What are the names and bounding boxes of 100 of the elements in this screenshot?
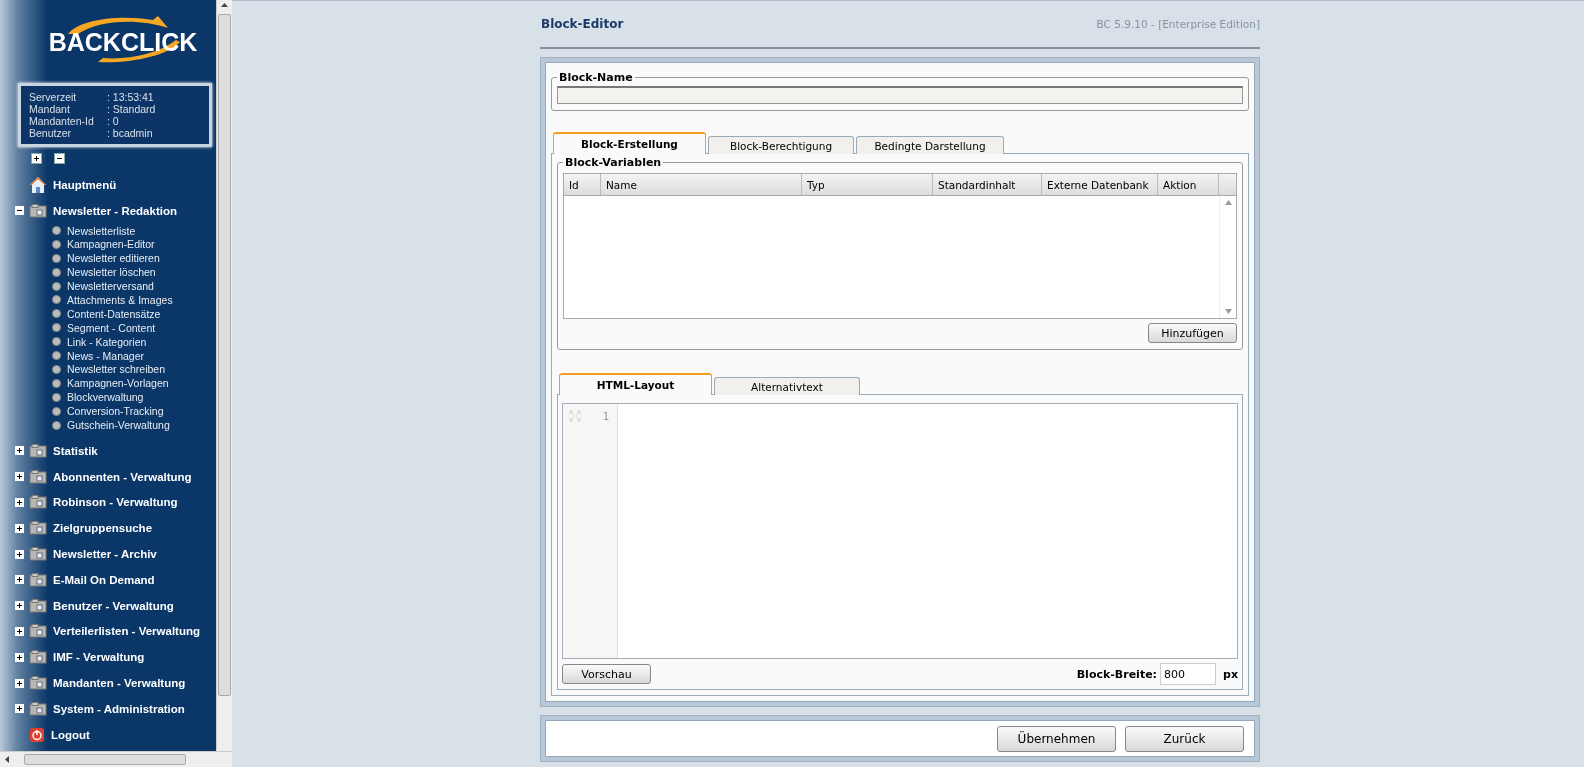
- submenu-item[interactable]: Blockverwaltung: [67, 391, 144, 404]
- block-name-field[interactable]: [557, 86, 1243, 104]
- menu-item[interactable]: Newsletter - Redaktion: [53, 204, 177, 217]
- section-legend: Block-Variablen: [563, 156, 664, 169]
- folder-icon: [29, 469, 47, 484]
- submenu-item[interactable]: Kampagnen-Vorlagen: [67, 377, 169, 390]
- unit-label: px: [1223, 667, 1238, 681]
- scroll-down-icon[interactable]: [1224, 309, 1232, 314]
- info-label: Benutzer: [29, 127, 73, 139]
- menu-item[interactable]: Benutzer - Verwaltung: [53, 599, 174, 612]
- submenu-item[interactable]: Gutschein-Verwaltung: [67, 419, 170, 431]
- folder-icon: [29, 701, 47, 716]
- column-header[interactable]: Aktion: [1158, 174, 1219, 195]
- tab[interactable]: Alternativtext: [714, 377, 860, 395]
- submenu-item[interactable]: Newsletterliste: [67, 224, 136, 237]
- horizontal-scrollbar[interactable]: [0, 751, 232, 767]
- submenu-item[interactable]: Conversion-Tracking: [67, 405, 164, 418]
- info-value: : 0: [107, 115, 120, 127]
- scroll-up-icon[interactable]: [220, 0, 229, 10]
- block-width-field[interactable]: 800: [1160, 663, 1216, 685]
- expand-icon[interactable]: [15, 704, 24, 714]
- column-header[interactable]: Typ: [802, 174, 933, 195]
- info-value: : Standard: [107, 103, 157, 115]
- menu-item[interactable]: Hauptmenü: [53, 178, 117, 191]
- folder-icon: [29, 676, 47, 690]
- expand-icon[interactable]: [15, 523, 24, 533]
- expand-icon[interactable]: [15, 549, 24, 559]
- scroll-left-icon[interactable]: [4, 755, 10, 764]
- menu-item[interactable]: Newsletter - Archiv: [53, 548, 157, 561]
- expand-icon[interactable]: [15, 652, 24, 662]
- bullet-icon: [52, 267, 61, 277]
- expand-icon[interactable]: [15, 472, 24, 482]
- folder-icon: [29, 650, 47, 665]
- menu-item[interactable]: Robinson - Verwaltung: [53, 496, 178, 509]
- info-value: : bcadmin: [107, 127, 154, 139]
- power-icon: [29, 726, 45, 743]
- bullet-icon: [52, 337, 61, 347]
- info-value: : 13:53:41: [107, 91, 155, 103]
- column-header[interactable]: Standardinhalt: [933, 174, 1042, 195]
- submenu-item[interactable]: Attachments & Images: [67, 294, 173, 306]
- preview-button[interactable]: Vorschau: [562, 664, 651, 684]
- bullet-icon: [52, 378, 61, 388]
- folder-icon: [29, 203, 47, 218]
- section-legend: Block-Name: [557, 71, 635, 84]
- menu-item[interactable]: Logout: [51, 728, 90, 741]
- expand-icon[interactable]: [15, 678, 24, 688]
- vertical-scrollbar[interactable]: [216, 0, 232, 751]
- expand-all-icon[interactable]: [31, 153, 42, 164]
- submenu-item[interactable]: Link - Kategorien: [67, 335, 147, 348]
- tab[interactable]: Block-Berechtigung: [708, 136, 854, 154]
- submenu-item[interactable]: Newsletter löschen: [67, 266, 156, 279]
- add-button[interactable]: Hinzufügen: [1148, 323, 1237, 343]
- submenu-item[interactable]: Newsletter schreiben: [67, 363, 166, 376]
- submenu-item[interactable]: Newsletter editieren: [67, 252, 160, 265]
- action-button[interactable]: Übernehmen: [997, 725, 1116, 752]
- menu-item[interactable]: Zielgruppensuche: [53, 522, 153, 535]
- page-title: Block-Editor: [541, 17, 624, 31]
- info-label: Mandant: [29, 103, 71, 115]
- folder-icon: [29, 547, 47, 562]
- submenu-item[interactable]: Content-Datensätze: [67, 307, 161, 320]
- collapse-icon[interactable]: [15, 206, 24, 216]
- column-header[interactable]: Id: [564, 174, 601, 195]
- column-header[interactable]: Name: [601, 174, 802, 195]
- folder-icon: [29, 521, 47, 536]
- expand-icon[interactable]: [15, 497, 24, 507]
- folder-icon: [29, 495, 47, 510]
- bullet-icon: [52, 406, 61, 416]
- collapse-all-icon[interactable]: [54, 153, 65, 164]
- bullet-icon: [52, 295, 61, 305]
- expand-icon[interactable]: [15, 446, 24, 456]
- bullet-icon: [52, 281, 61, 291]
- submenu-item[interactable]: Newsletterversand: [67, 280, 154, 293]
- column-header[interactable]: Externe Datenbank: [1042, 174, 1158, 195]
- submenu-item[interactable]: Segment - Content: [67, 321, 156, 334]
- bullet-icon: [52, 323, 61, 333]
- menu-item[interactable]: Mandanten - Verwaltung: [53, 677, 186, 689]
- menu-item[interactable]: System - Administration: [53, 702, 185, 715]
- field-label: Block-Breite:: [1076, 667, 1157, 681]
- menu-item[interactable]: E-Mail On Demand: [53, 573, 155, 586]
- expand-icon[interactable]: [15, 575, 24, 585]
- version-text: BC 5.9.10 - [Enterprise Edition]: [1096, 18, 1260, 30]
- submenu-item[interactable]: Kampagnen-Editor: [67, 238, 155, 251]
- menu-item[interactable]: IMF - Verwaltung: [53, 651, 145, 664]
- submenu-item[interactable]: News - Manager: [67, 349, 145, 362]
- expand-icon[interactable]: [15, 601, 24, 611]
- expand-icon[interactable]: [15, 626, 24, 636]
- bullet-icon: [52, 226, 61, 236]
- bullet-icon: [52, 239, 61, 249]
- house-icon: [29, 175, 47, 194]
- menu-item[interactable]: Abonnenten - Verwaltung: [53, 470, 192, 483]
- folder-icon: [29, 572, 47, 587]
- menu-item[interactable]: Verteilerlisten - Verwaltung: [53, 625, 200, 638]
- bullet-icon: [52, 364, 61, 374]
- action-button[interactable]: Zurück: [1125, 725, 1244, 752]
- info-label: Mandanten-Id: [29, 115, 95, 127]
- tab[interactable]: HTML-Layout: [559, 373, 712, 395]
- menu-item[interactable]: Statistik: [53, 444, 98, 457]
- folder-icon: [29, 598, 47, 613]
- tab[interactable]: Bedingte Darstellung: [856, 136, 1004, 154]
- tab[interactable]: Block-Erstellung: [553, 132, 706, 154]
